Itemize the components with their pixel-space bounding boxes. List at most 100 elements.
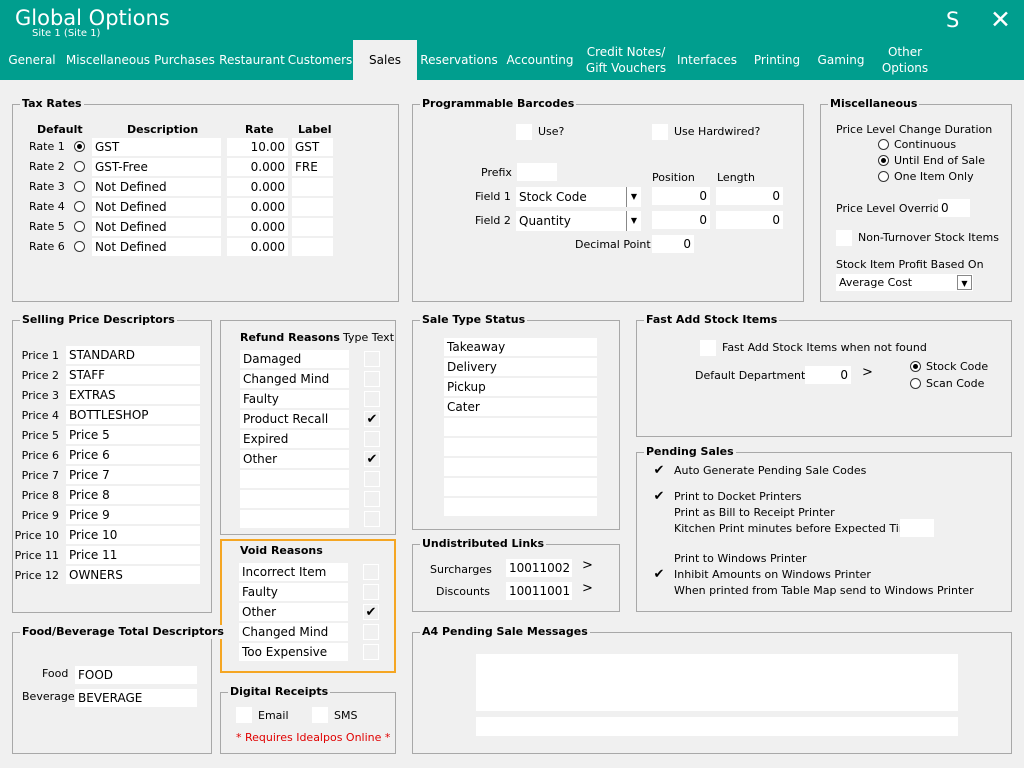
override-input[interactable]: 0 xyxy=(938,199,970,217)
price-descriptor-input[interactable]: BOTTLESHOP xyxy=(66,406,200,424)
use-hardwired-checkbox[interactable] xyxy=(652,124,668,140)
stock-code-radio[interactable] xyxy=(910,361,921,372)
tab-gaming[interactable]: Gaming xyxy=(813,40,869,80)
sale-type-input[interactable] xyxy=(444,438,597,456)
price-descriptor-input[interactable]: Price 7 xyxy=(66,466,200,484)
tax-description-input[interactable]: GST xyxy=(92,138,221,156)
sale-type-input[interactable] xyxy=(444,498,597,516)
type-text-checkbox[interactable]: ✔ xyxy=(364,411,380,427)
sale-type-input[interactable] xyxy=(444,458,597,476)
default-dept-input[interactable]: 0 xyxy=(805,366,851,384)
sale-type-input[interactable]: Delivery xyxy=(444,358,597,376)
tax-label-input[interactable]: FRE xyxy=(292,158,333,176)
tab-purchases[interactable]: Purchases xyxy=(152,40,217,80)
field1-position-input[interactable]: 0 xyxy=(652,187,710,205)
sale-type-input[interactable] xyxy=(444,418,597,436)
type-text-checkbox[interactable] xyxy=(364,351,380,367)
tax-label-input[interactable]: GST xyxy=(292,138,333,156)
pending-option-checkbox[interactable] xyxy=(651,551,667,567)
tab-miscellaneous[interactable]: Miscellaneous xyxy=(64,40,152,80)
s-button[interactable]: S xyxy=(946,8,959,32)
pending-option-checkbox[interactable] xyxy=(651,521,667,537)
tab-customers[interactable]: Customers xyxy=(287,40,353,80)
refund-reason-input[interactable]: Damaged xyxy=(240,350,349,368)
tab-general[interactable]: General xyxy=(0,40,64,80)
tax-default-radio[interactable] xyxy=(74,141,85,152)
price-descriptor-input[interactable]: Price 11 xyxy=(66,546,200,564)
refund-reason-input[interactable]: Other xyxy=(240,450,349,468)
pending-option-checkbox[interactable]: ✔ xyxy=(651,489,667,505)
type-text-checkbox[interactable] xyxy=(364,371,380,387)
type-text-checkbox[interactable] xyxy=(364,511,380,527)
sale-type-input[interactable]: Cater xyxy=(444,398,597,416)
tax-description-input[interactable]: Not Defined xyxy=(92,178,221,196)
price-descriptor-input[interactable]: STAFF xyxy=(66,366,200,384)
email-checkbox[interactable] xyxy=(236,707,252,723)
void-type-text-checkbox[interactable] xyxy=(363,644,379,660)
type-text-checkbox[interactable] xyxy=(364,431,380,447)
field1-select[interactable]: Stock Code ▼ xyxy=(516,187,641,207)
sale-type-input[interactable] xyxy=(444,478,597,496)
tax-label-input[interactable] xyxy=(292,198,333,216)
void-reason-input[interactable]: Other xyxy=(239,603,348,621)
pending-option-checkbox[interactable]: ✔ xyxy=(651,463,667,479)
tab-restaurant[interactable]: Restaurant xyxy=(217,40,287,80)
void-type-text-checkbox[interactable]: ✔ xyxy=(363,604,379,620)
food-input[interactable]: FOOD xyxy=(75,666,197,684)
default-dept-lookup-button[interactable]: > xyxy=(862,366,873,380)
tab-reservations[interactable]: Reservations xyxy=(417,40,501,80)
tax-default-radio[interactable] xyxy=(74,201,85,212)
tax-description-input[interactable]: Not Defined xyxy=(92,238,221,256)
tab-other-options[interactable]: Other Options xyxy=(869,40,941,80)
a4-message-input-1[interactable] xyxy=(476,654,958,711)
surcharges-input[interactable]: 10011002 xyxy=(506,559,572,577)
tax-default-radio[interactable] xyxy=(74,241,85,252)
tab-credit-notes[interactable]: Credit Notes/ Gift Vouchers xyxy=(579,40,673,80)
tax-rate-input[interactable]: 0.000 xyxy=(227,198,288,216)
price-descriptor-input[interactable]: Price 10 xyxy=(66,526,200,544)
surcharges-lookup-button[interactable]: > xyxy=(582,559,593,573)
void-reason-input[interactable]: Incorrect Item xyxy=(239,563,348,581)
pending-option-checkbox[interactable] xyxy=(651,505,667,521)
field2-length-input[interactable]: 0 xyxy=(716,211,783,229)
price-descriptor-input[interactable]: Price 6 xyxy=(66,446,200,464)
sms-checkbox[interactable] xyxy=(312,707,328,723)
refund-reason-input[interactable] xyxy=(240,470,349,488)
price-descriptor-input[interactable]: Price 8 xyxy=(66,486,200,504)
tax-rate-input[interactable]: 0.000 xyxy=(227,238,288,256)
type-text-checkbox[interactable] xyxy=(364,491,380,507)
tab-accounting[interactable]: Accounting xyxy=(501,40,579,80)
non-turnover-checkbox[interactable] xyxy=(836,230,852,246)
tax-default-radio[interactable] xyxy=(74,181,85,192)
void-type-text-checkbox[interactable] xyxy=(363,584,379,600)
field1-length-input[interactable]: 0 xyxy=(716,187,783,205)
void-reason-input[interactable]: Faulty xyxy=(239,583,348,601)
void-type-text-checkbox[interactable] xyxy=(363,624,379,640)
tax-rate-input[interactable]: 0.000 xyxy=(227,178,288,196)
refund-reason-input[interactable]: Faulty xyxy=(240,390,349,408)
tax-label-input[interactable] xyxy=(292,178,333,196)
tax-default-radio[interactable] xyxy=(74,161,85,172)
kitchen-minutes-input[interactable] xyxy=(900,519,934,537)
decimal-point-input[interactable]: 0 xyxy=(652,235,694,253)
tax-label-input[interactable] xyxy=(292,238,333,256)
refund-reason-input[interactable]: Product Recall xyxy=(240,410,349,428)
refund-reason-input[interactable] xyxy=(240,510,349,528)
tab-printing[interactable]: Printing xyxy=(741,40,813,80)
type-text-checkbox[interactable]: ✔ xyxy=(364,451,380,467)
continuous-radio[interactable] xyxy=(878,139,889,150)
sale-type-input[interactable]: Takeaway xyxy=(444,338,597,356)
tax-rate-input[interactable]: 10.00 xyxy=(227,138,288,156)
pending-option-checkbox[interactable]: ✔ xyxy=(651,567,667,583)
type-text-checkbox[interactable] xyxy=(364,391,380,407)
until-end-radio[interactable] xyxy=(878,155,889,166)
tab-interfaces[interactable]: Interfaces xyxy=(673,40,741,80)
field2-position-input[interactable]: 0 xyxy=(652,211,710,229)
tax-description-input[interactable]: GST-Free xyxy=(92,158,221,176)
tax-rate-input[interactable]: 0.000 xyxy=(227,158,288,176)
scan-code-radio[interactable] xyxy=(910,378,921,389)
price-descriptor-input[interactable]: EXTRAS xyxy=(66,386,200,404)
tax-description-input[interactable]: Not Defined xyxy=(92,218,221,236)
pending-option-checkbox[interactable] xyxy=(651,583,667,599)
price-descriptor-input[interactable]: STANDARD xyxy=(66,346,200,364)
